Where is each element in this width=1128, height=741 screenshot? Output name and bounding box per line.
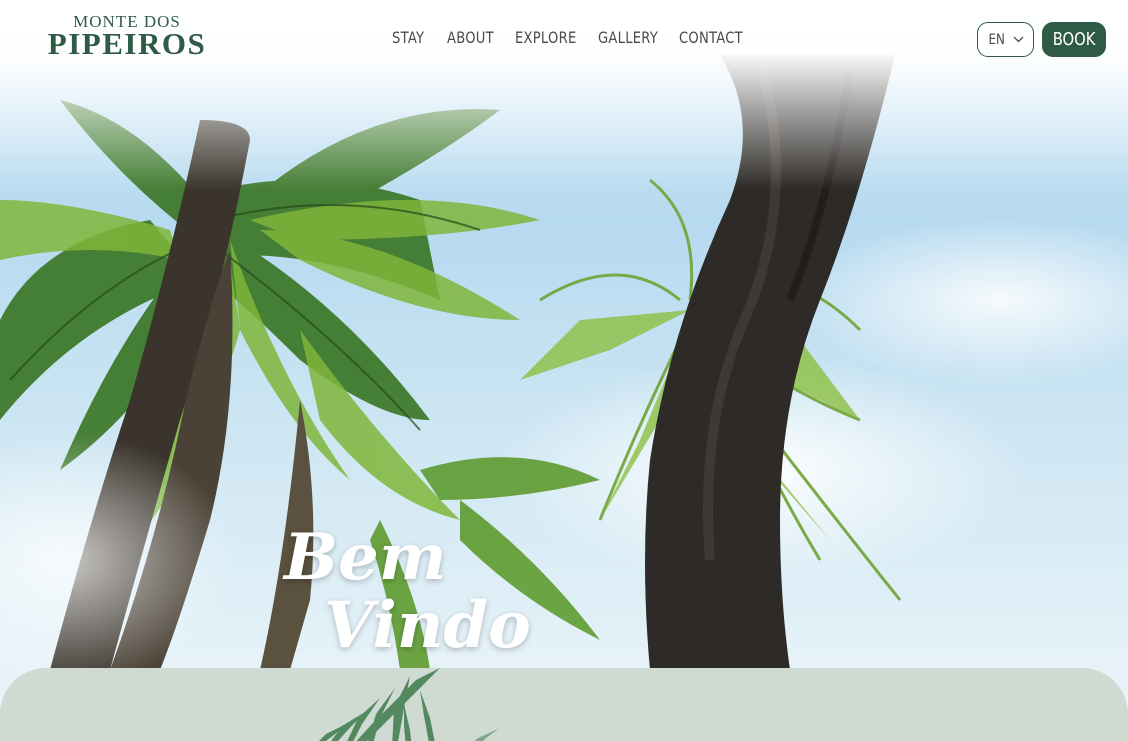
nav-contact[interactable]: CONTACT: [679, 28, 743, 47]
book-button-label: BOOK: [1052, 29, 1096, 50]
hero-image: [0, 0, 1128, 741]
palm-leaf-decoration: [319, 668, 500, 741]
language-selector[interactable]: EN: [977, 22, 1034, 57]
hero-headline-line1: Bem: [284, 520, 447, 595]
hero-headline-line2: Vindo: [324, 588, 531, 663]
nav-about[interactable]: ABOUT: [447, 28, 494, 47]
main-nav: STAY ABOUT EXPLORE GALLERY CONTACT: [392, 28, 743, 47]
nav-explore[interactable]: EXPLORE: [515, 28, 576, 47]
nav-stay[interactable]: STAY: [392, 28, 424, 47]
chevron-down-icon: [1013, 36, 1024, 43]
brand-logo-line2: PIPEIROS: [47, 26, 207, 61]
nav-gallery[interactable]: GALLERY: [598, 28, 658, 47]
sky-glow: [0, 430, 240, 690]
language-code: EN: [988, 31, 1006, 48]
welcome-section: [0, 668, 1128, 741]
hero-headline: Bem Vindo: [284, 524, 531, 660]
brand-logo[interactable]: MONTE DOS PIPEIROS: [26, 13, 228, 61]
book-button[interactable]: BOOK: [1042, 22, 1106, 57]
